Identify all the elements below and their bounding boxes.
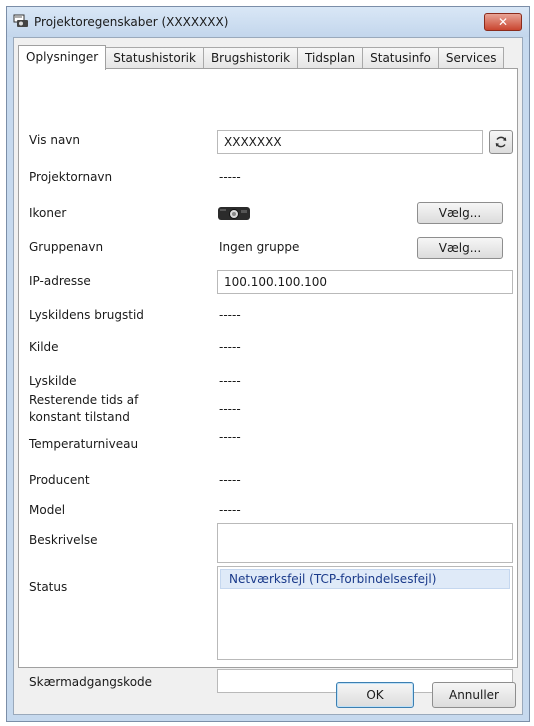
remaining-time-label-line2: konstant tilstand (29, 410, 130, 424)
list-item[interactable]: Netværksfejl (TCP-forbindelsesfejl) (220, 569, 510, 589)
tab-statusinfo[interactable]: Statusinfo (362, 47, 439, 69)
source-value: ----- (219, 340, 241, 354)
tab-oplysninger[interactable]: Oplysninger (18, 45, 107, 70)
remaining-time-label-line1: Resterende tids af (29, 393, 139, 407)
light-source-label: Lyskilde (29, 374, 77, 388)
close-button[interactable]: ✕ (484, 13, 522, 31)
tab-bar: Oplysninger Statushistorik Brugshistorik… (18, 45, 505, 70)
group-name-value: Ingen gruppe (219, 240, 300, 254)
properties-window: Projektoregenskaber (XXXXXXX) ✕ Oplysnin… (6, 6, 530, 722)
projector-name-label: Projektornavn (29, 170, 113, 184)
manufacturer-value: ----- (219, 473, 241, 487)
temperature-value: ----- (219, 430, 241, 444)
refresh-icon (495, 136, 507, 148)
status-label: Status (29, 580, 68, 594)
tab-tidsplan[interactable]: Tidsplan (297, 47, 364, 69)
display-name-label: Vis navn (29, 133, 81, 147)
window-title: Projektoregenskaber (XXXXXXX) (34, 15, 229, 29)
dialog-client-area: Oplysninger Statushistorik Brugshistorik… (13, 37, 523, 715)
light-source-usage-label: Lyskildens brugstid (29, 308, 144, 322)
projector-icon (218, 207, 250, 220)
temperature-label: Temperaturniveau (29, 437, 139, 451)
ip-address-input[interactable]: 100.100.100.100 (217, 270, 513, 294)
description-label: Beskrivelse (29, 533, 98, 547)
projector-name-value: ----- (219, 170, 241, 184)
select-icon-button[interactable]: Vælg... (417, 202, 503, 224)
model-label: Model (29, 503, 66, 517)
description-input[interactable] (217, 523, 513, 563)
screen-password-label: Skærmadgangskode (29, 675, 153, 689)
group-name-label: Gruppenavn (29, 240, 104, 254)
ip-address-label: IP-adresse (29, 274, 91, 288)
status-list[interactable]: Netværksfejl (TCP-forbindelsesfejl) (217, 566, 513, 660)
tab-statushistorik[interactable]: Statushistorik (105, 47, 204, 69)
source-label: Kilde (29, 340, 59, 354)
remaining-time-value: ----- (219, 402, 241, 416)
manufacturer-label: Producent (29, 473, 90, 487)
title-bar[interactable]: Projektoregenskaber (XXXXXXX) ✕ (7, 7, 529, 37)
projector-app-icon (13, 14, 28, 27)
icons-label: Ikoner (29, 206, 67, 220)
tab-services[interactable]: Services (437, 47, 505, 69)
display-name-input[interactable]: XXXXXXX (217, 130, 483, 154)
select-group-button[interactable]: Vælg... (417, 237, 503, 259)
ok-button[interactable]: OK (336, 682, 414, 708)
tab-brugshistorik[interactable]: Brugshistorik (202, 47, 299, 69)
cancel-button[interactable]: Annuller (432, 682, 516, 708)
info-panel: Vis navn XXXXXXX Projektornavn ----- Iko… (18, 68, 518, 693)
light-source-value: ----- (219, 374, 241, 388)
model-value: ----- (219, 503, 241, 517)
light-source-usage-value: ----- (219, 308, 241, 322)
close-icon: ✕ (497, 15, 509, 29)
refresh-button[interactable] (489, 130, 513, 154)
